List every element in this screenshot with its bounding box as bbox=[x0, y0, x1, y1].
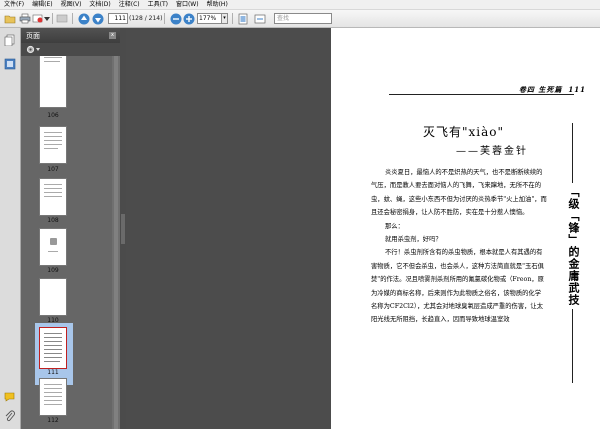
thumbnail-list: 106 107 108 109 110 111 112 bbox=[21, 56, 120, 429]
thumbnail-page[interactable] bbox=[39, 228, 67, 266]
running-head-title: 卷四 生死篇 bbox=[518, 85, 563, 94]
body-paragraph: 炎炎夏日，最恼人的不是炽热的天气，也不是断断续续的气压，而是教人要去面对恼人的飞… bbox=[371, 169, 547, 217]
thumbnail-page[interactable] bbox=[39, 278, 67, 316]
running-head-page-number: 111 bbox=[568, 85, 586, 94]
menu-bar: 文件(F) 编辑(E) 视图(V) 文档(D) 注释(C) 工具(T) 窗口(W… bbox=[0, 0, 600, 10]
thumbnail-label: 106 bbox=[47, 112, 59, 119]
next-page-icon[interactable] bbox=[91, 12, 105, 25]
email-icon[interactable] bbox=[32, 12, 44, 25]
page-number-input[interactable]: 111 bbox=[108, 13, 128, 24]
zoom-out-icon[interactable] bbox=[169, 12, 183, 25]
thumbnail-label: 110 bbox=[47, 317, 59, 324]
document-view: 卷四 生死篇 111 灭飞有"xiào" ——芙蓉金针 炎炎夏日，最恼人的不是炽热… bbox=[126, 28, 600, 429]
pages-panel-title: 页面 bbox=[26, 32, 40, 40]
menu-edit[interactable]: 编辑(E) bbox=[28, 0, 56, 9]
thumbnail-page[interactable] bbox=[39, 126, 67, 164]
zoom-dropdown-icon[interactable]: ▾ bbox=[221, 13, 228, 24]
collaborate-icon[interactable] bbox=[55, 12, 69, 25]
pages-panel: 页面 x 106 107 108 109 110 111 112 bbox=[21, 28, 120, 429]
body-paragraph: 就用杀虫剂，好吗？ bbox=[385, 236, 442, 244]
menu-file[interactable]: 文件(F) bbox=[0, 0, 28, 9]
header-rule bbox=[389, 94, 574, 95]
pages-panel-header: 页面 x bbox=[21, 28, 120, 43]
search-input[interactable]: 查找 bbox=[274, 13, 332, 24]
thumbnail-page[interactable] bbox=[39, 378, 67, 416]
panel-close-button[interactable]: x bbox=[109, 32, 116, 39]
document-page: 卷四 生死篇 111 灭飞有"xiào" ——芙蓉金针 炎炎夏日，最恼人的不是炽热… bbox=[331, 28, 600, 429]
paperclip-icon[interactable] bbox=[4, 410, 16, 422]
article-body: 炎炎夏日，最恼人的不是炽热的天气，也不是断断续续的气压，而是教人要去面对恼人的飞… bbox=[371, 166, 547, 327]
fit-width-icon[interactable] bbox=[253, 12, 267, 25]
open-folder-icon[interactable] bbox=[3, 12, 17, 25]
menu-window[interactable]: 窗口(W) bbox=[172, 0, 203, 9]
thumbnail-label: 112 bbox=[47, 417, 59, 424]
menu-view[interactable]: 视图(V) bbox=[57, 0, 86, 9]
menu-document[interactable]: 文档(D) bbox=[85, 0, 114, 9]
thumbnail-page[interactable] bbox=[39, 56, 67, 108]
toolbar: 111 (128 / 214) 177% ▾ 查找 bbox=[0, 10, 600, 28]
fit-page-icon[interactable] bbox=[236, 12, 250, 25]
thumbnail-page-selected[interactable] bbox=[39, 327, 67, 369]
email-dropdown-icon[interactable] bbox=[44, 12, 50, 25]
thumbnail-label: 108 bbox=[47, 217, 59, 224]
navigation-strip bbox=[0, 28, 21, 429]
page-count: (128 / 214) bbox=[129, 15, 163, 22]
thumbnail-page[interactable] bbox=[39, 178, 67, 216]
menu-tools[interactable]: 工具(T) bbox=[144, 0, 172, 9]
thumbnail-label: 107 bbox=[47, 166, 59, 173]
attachments-panel-icon[interactable] bbox=[4, 58, 16, 70]
body-paragraph: 不行！杀虫剂所含有的杀虫物质，根本就是人有其遇的有害物质，它不但会杀虫，也会杀人… bbox=[371, 249, 544, 324]
menu-help[interactable]: 帮助(H) bbox=[203, 0, 232, 9]
thumbnail-label: 109 bbox=[47, 267, 59, 274]
print-icon[interactable] bbox=[18, 12, 32, 25]
article-title: 灭飞有"xiào" bbox=[423, 125, 505, 139]
body-paragraph: 那么： bbox=[385, 222, 404, 230]
splitter-grip[interactable] bbox=[121, 214, 125, 244]
thumbnail-scrollbar[interactable] bbox=[112, 56, 120, 429]
menu-comments[interactable]: 注释(C) bbox=[115, 0, 144, 9]
comments-icon[interactable] bbox=[4, 392, 16, 402]
zoom-input[interactable]: 177% bbox=[197, 13, 223, 24]
options-gear-icon[interactable] bbox=[26, 45, 40, 56]
pages-options-bar bbox=[21, 43, 120, 56]
article-subtitle: ——芙蓉金针 bbox=[456, 146, 528, 157]
previous-page-icon[interactable] bbox=[77, 12, 91, 25]
thumbnail-label-selected: 111 bbox=[47, 369, 59, 376]
document-background bbox=[126, 28, 331, 429]
zoom-in-icon[interactable] bbox=[182, 12, 196, 25]
side-title: 「级「锋」的金庸武技 bbox=[565, 183, 580, 309]
side-title-column: 「级「锋」的金庸武技 bbox=[560, 123, 586, 383]
pages-panel-icon[interactable] bbox=[4, 34, 16, 47]
